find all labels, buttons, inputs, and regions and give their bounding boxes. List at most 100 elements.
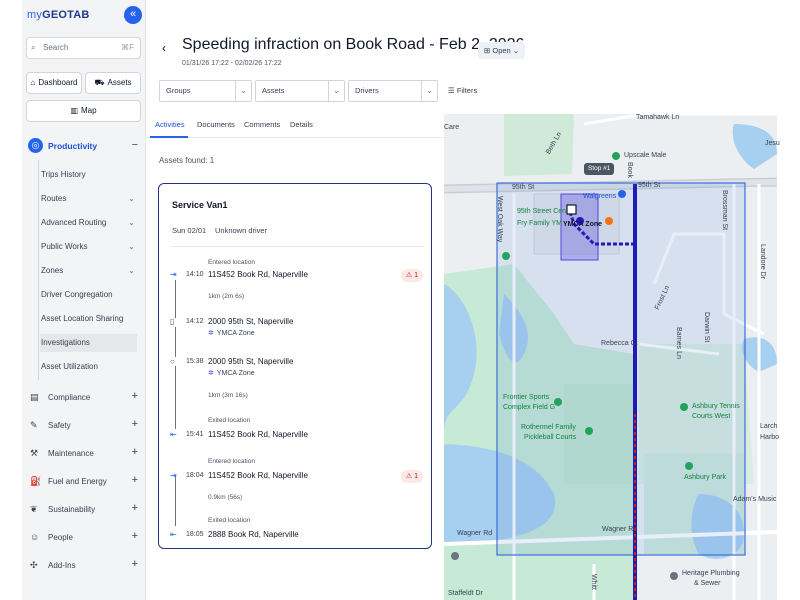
- tab-details[interactable]: Details: [290, 120, 313, 129]
- chevron-down-icon: ⌄: [510, 46, 520, 55]
- map-label: Larch: [760, 423, 778, 430]
- map-label: & Sewer: [694, 580, 721, 587]
- date-range: 01/31/26 17:22 - 02/02/26 17:22: [182, 60, 282, 67]
- map-button[interactable]: ▥ Map: [26, 100, 141, 122]
- map-label: Jesu: [765, 140, 780, 147]
- assets-dropdown[interactable]: Assets ⌄: [255, 80, 345, 102]
- nav-productivity[interactable]: ◎ Productivity −: [22, 135, 146, 157]
- tab-activities[interactable]: Activities: [155, 120, 185, 129]
- stop-marker: [566, 204, 577, 215]
- expand-icon: +: [131, 418, 138, 430]
- map-label: Darwin St: [703, 312, 710, 343]
- poi-pin: [451, 552, 459, 560]
- ashbury-tennis-pin: [680, 403, 688, 411]
- leaf-icon: ❦: [30, 504, 38, 514]
- chevron-down-icon: ⌄: [128, 194, 135, 203]
- driver-name: Unknown driver: [215, 226, 268, 235]
- drivers-dropdown[interactable]: Drivers ⌄: [348, 80, 438, 102]
- nav-fuel-and-energy[interactable]: ⛽ Fuel and Energy +: [22, 471, 146, 493]
- frontier-sports-pin: [554, 398, 562, 406]
- map-label: Rebecca Ct: [601, 340, 638, 347]
- people-icon: ☺: [30, 532, 40, 542]
- ashbury-park-pin: [685, 462, 693, 470]
- walgreens-pin: [618, 190, 626, 198]
- expand-icon: +: [131, 446, 138, 458]
- nav-maintenance[interactable]: ⚒ Maintenance +: [22, 443, 146, 465]
- page-title: Speeding infraction on Book Road - Feb 2…: [182, 36, 525, 53]
- groups-dropdown[interactable]: Groups ⌄: [159, 80, 252, 102]
- map-label: Frontier Sports: [503, 394, 550, 401]
- park-area: [504, 114, 574, 176]
- back-arrow-icon[interactable]: ‹: [162, 41, 166, 55]
- collapse-sidebar-button[interactable]: «: [124, 6, 142, 24]
- map-label: Pickleball Courts: [524, 434, 577, 441]
- expand-icon: +: [131, 558, 138, 570]
- warning-icon: ⚠: [405, 272, 413, 279]
- asset-activity-card[interactable]: Service Van1 Sun 02/01 Unknown driver En…: [158, 183, 432, 549]
- clipboard-icon: ▤: [30, 392, 39, 402]
- sidebar-item-asset-location-sharing[interactable]: Asset Location Sharing: [40, 310, 137, 328]
- map-label: 95th St: [638, 182, 661, 189]
- tab-comments[interactable]: Comments: [244, 120, 280, 129]
- map-label: Rothermel Family: [521, 424, 576, 431]
- map-label: West Oak Way: [496, 196, 503, 243]
- map-label: Barnes Ln: [675, 327, 682, 359]
- poi-pin: [605, 217, 613, 225]
- nav-add-ins[interactable]: ✣ Add-Ins +: [22, 555, 146, 577]
- filters-button[interactable]: ☰ Filters: [448, 86, 477, 95]
- sidebar-item-advanced-routing[interactable]: Advanced Routing ⌄: [40, 214, 137, 232]
- chevron-down-icon: ⌄: [128, 218, 135, 227]
- map-label: Adam's Music: [733, 496, 777, 503]
- tab-documents[interactable]: Documents: [197, 120, 235, 129]
- heritage-pin: [670, 572, 678, 580]
- expand-icon: +: [131, 474, 138, 486]
- stop-icon: ▯: [170, 317, 175, 326]
- sidebar-item-driver-congregation[interactable]: Driver Congregation: [40, 286, 137, 304]
- park-pin: [502, 252, 510, 260]
- sidebar-item-routes[interactable]: Routes ⌄: [40, 190, 137, 208]
- globe-icon: ◎: [28, 138, 43, 153]
- upscale-pin: [612, 152, 620, 160]
- map-label: YMCA Zone: [563, 221, 603, 228]
- stop-label-badge[interactable]: Stop #1: [584, 163, 615, 175]
- map-label: Heritage Plumbing: [682, 570, 740, 577]
- chevron-down-icon: ⌄: [128, 242, 135, 251]
- sidebar-item-zones[interactable]: Zones ⌄: [40, 262, 137, 280]
- search-shortcut: ⌘F: [121, 43, 134, 52]
- assets-button[interactable]: ⛟ Assets: [85, 72, 141, 94]
- sidebar-item-asset-utilization[interactable]: Asset Utilization: [40, 358, 137, 376]
- timeline-connector: [175, 476, 176, 526]
- trip-segment: 1km (2m 6s): [208, 293, 245, 300]
- map-label: Upscale Male: [624, 152, 667, 159]
- divider: [172, 246, 424, 247]
- sidebar: myGEOTAB « ⌕ Search ⌘F ⌂ Dashboard ⛟ Asset…: [22, 0, 146, 600]
- timeline-connector: [175, 280, 176, 318]
- exit-location-icon: ⇤: [170, 430, 177, 439]
- timeline-connector: [175, 327, 176, 357]
- nav-people[interactable]: ☺ People +: [22, 527, 146, 549]
- home-icon: ⌂: [30, 78, 36, 87]
- map-label: Tamahawk Ln: [636, 114, 680, 121]
- expand-icon: +: [131, 390, 138, 402]
- rothermel-pin: [585, 427, 593, 435]
- map-label: Wagner Rd: [602, 526, 638, 533]
- truck-icon: ⛟: [94, 78, 105, 87]
- sidebar-item-public-works[interactable]: Public Works ⌄: [40, 238, 137, 256]
- collapse-icon: −: [131, 139, 138, 151]
- sidebar-item-trips-history[interactable]: Trips History: [40, 166, 137, 184]
- fuel-icon: ⛽: [30, 476, 42, 486]
- nav-compliance[interactable]: ▤ Compliance +: [22, 387, 146, 409]
- nav-sustainability[interactable]: ❦ Sustainability +: [22, 499, 146, 521]
- exception-badge[interactable]: ⚠ 1: [401, 470, 423, 483]
- exception-badge[interactable]: ⚠ 1: [401, 269, 423, 282]
- map-label: 95th St: [512, 184, 535, 191]
- map-label: Wagner Rd: [457, 530, 493, 537]
- search-input[interactable]: ⌕ Search ⌘F: [26, 37, 141, 59]
- sidebar-item-investigations[interactable]: Investigations: [40, 334, 137, 352]
- dashboard-button[interactable]: ⌂ Dashboard: [26, 72, 82, 94]
- status-dropdown[interactable]: ⊞ Open ⌄: [478, 42, 526, 59]
- nav-safety[interactable]: ✎ Safety +: [22, 415, 146, 437]
- map-label: Walgreens: [583, 193, 617, 200]
- zone-icon: ✲: [208, 370, 214, 377]
- geotab-logo[interactable]: myGEOTAB: [27, 9, 90, 21]
